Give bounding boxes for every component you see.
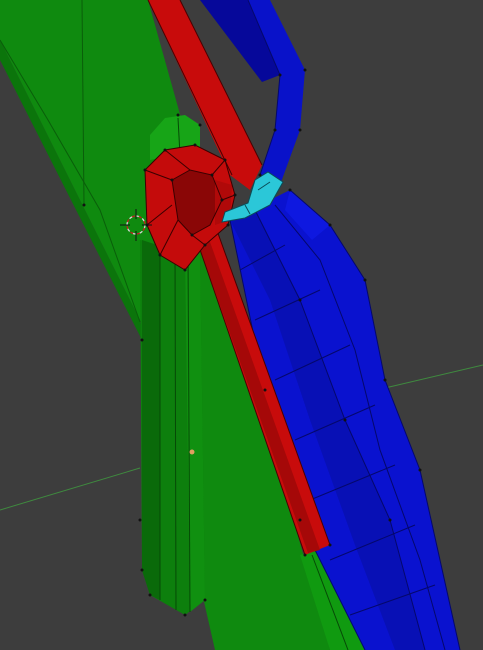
object-origin-icon[interactable] (189, 449, 195, 455)
grid-line-x (0, 467, 141, 511)
viewport-canvas[interactable] (0, 0, 483, 650)
3d-viewport[interactable] (0, 0, 483, 650)
grid-line-x-right (384, 364, 483, 389)
